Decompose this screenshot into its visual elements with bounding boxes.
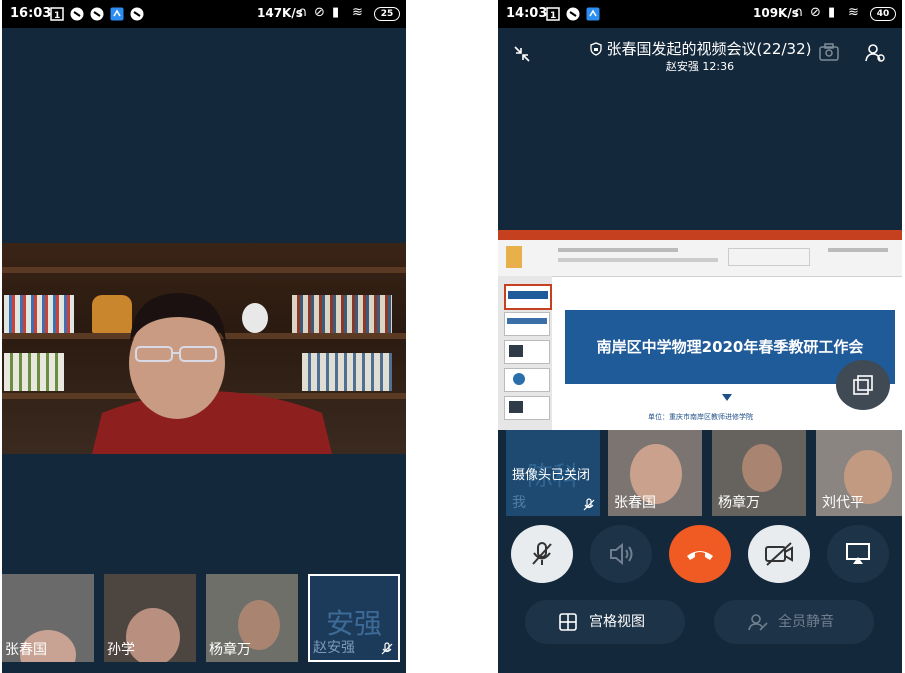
app-icon bbox=[70, 7, 84, 21]
speaker-timer: 赵安强 12:36 bbox=[665, 60, 735, 73]
status-bar: 16:03 1 147K/s ∩ ⊘ ▮ ≋ 25 bbox=[2, 0, 406, 28]
participant-thumbnail[interactable]: 孙学 bbox=[104, 574, 196, 662]
wifi-icon: ≋ bbox=[352, 5, 363, 20]
participant-strip: 张春国 孙学 杨章万 安强 赵安强 bbox=[2, 574, 406, 664]
status-time: 16:03 bbox=[10, 6, 52, 21]
status-bar: 14:03 1 109K/s ∩ ⊘ ▮ ≋ 40 bbox=[498, 0, 902, 28]
bookshelf bbox=[2, 267, 406, 273]
alarm-off-icon: ⊘ bbox=[314, 5, 325, 20]
battery-indicator: 25 bbox=[374, 7, 400, 21]
participant-name: 刘代平 bbox=[822, 495, 864, 511]
participant-name: 孙学 bbox=[107, 642, 135, 658]
participant-thumbnail[interactable]: 张春国 bbox=[608, 430, 702, 516]
network-speed: 147K/s bbox=[257, 6, 303, 20]
camera-off-icon bbox=[765, 542, 793, 566]
grid-icon bbox=[559, 613, 577, 631]
participant-thumbnail[interactable]: 杨章万 bbox=[712, 430, 806, 516]
slide-thumbnail bbox=[504, 368, 550, 392]
books bbox=[4, 295, 74, 333]
signal-icon: ▮ bbox=[828, 5, 836, 20]
participant-name: 杨章万 bbox=[209, 642, 251, 658]
mute-all-icon bbox=[748, 614, 768, 631]
slide-list bbox=[498, 276, 552, 430]
hang-up-button[interactable] bbox=[669, 525, 731, 583]
app-icon bbox=[586, 7, 600, 21]
switch-camera-icon[interactable] bbox=[818, 42, 840, 62]
mute-mic-button[interactable] bbox=[511, 525, 573, 583]
app-icon bbox=[566, 7, 580, 21]
svg-text:1: 1 bbox=[550, 11, 556, 21]
participant-name: 杨章万 bbox=[718, 495, 760, 511]
slide-thumbnail bbox=[504, 284, 552, 310]
mute-all-button[interactable]: 全员静音 bbox=[714, 600, 874, 644]
slide-thumbnail bbox=[504, 396, 550, 420]
battery-indicator: 40 bbox=[870, 7, 896, 21]
screen-share-button[interactable] bbox=[827, 525, 889, 583]
app-icon bbox=[90, 7, 104, 21]
participant-name: 我 bbox=[512, 495, 526, 511]
mic-off-icon bbox=[583, 498, 595, 511]
ppt-ribbon bbox=[498, 240, 902, 277]
headphone-icon: ∩ bbox=[298, 5, 308, 20]
participant-strip: 陈科 摄像头已关闭 我 张春国 杨章万 刘代平 bbox=[506, 430, 902, 516]
network-speed: 109K/s bbox=[753, 6, 799, 20]
participant-name: 赵安强 bbox=[313, 640, 355, 656]
ppt-title-bar bbox=[498, 230, 902, 240]
participant-thumbnail[interactable]: 张春国 bbox=[2, 574, 94, 662]
rotate-screen-button[interactable] bbox=[836, 360, 890, 410]
participant-thumbnail-self[interactable]: 安强 赵安强 bbox=[308, 574, 400, 662]
screen-share-icon bbox=[846, 543, 870, 564]
right-phone-screen: 14:03 1 109K/s ∩ ⊘ ▮ ≋ 40 张春国发起的视频会议(22/… bbox=[498, 0, 902, 673]
status-time: 14:03 bbox=[506, 6, 548, 21]
slide-thumbnail bbox=[504, 340, 550, 364]
participant-thumbnail[interactable]: 刘代平 bbox=[816, 430, 902, 516]
grid-view-button[interactable]: 宫格视图 bbox=[525, 600, 685, 644]
slide-thumbnail bbox=[504, 312, 550, 336]
notification-icon: 1 bbox=[546, 7, 560, 21]
camera-off-label: 摄像头已关闭 bbox=[512, 468, 591, 483]
speaker-button[interactable] bbox=[590, 525, 652, 583]
participants-icon[interactable] bbox=[864, 42, 886, 64]
rotate-screen-icon bbox=[853, 375, 873, 395]
wifi-icon: ≋ bbox=[848, 5, 859, 20]
app-icon bbox=[110, 7, 124, 21]
mic-off-icon bbox=[532, 542, 552, 565]
alarm-off-icon: ⊘ bbox=[810, 5, 821, 20]
speaker-icon bbox=[610, 542, 633, 566]
meeting-header: 张春国发起的视频会议(22/32) 赵安强 12:36 bbox=[498, 28, 902, 76]
shield-lock-icon bbox=[589, 42, 602, 56]
participant-person bbox=[92, 293, 332, 454]
avatar-text: 安强 bbox=[325, 607, 382, 640]
signal-icon: ▮ bbox=[332, 5, 340, 20]
main-video[interactable] bbox=[2, 243, 406, 454]
books bbox=[4, 353, 64, 391]
slide-arrow-icon bbox=[722, 394, 732, 401]
headphone-icon: ∩ bbox=[794, 5, 804, 20]
meeting-title: 张春国发起的视频会议(22/32) bbox=[498, 38, 902, 59]
mic-off-icon bbox=[381, 642, 393, 655]
slide-unit: 单位：重庆市南岸区教师进修学院 bbox=[648, 413, 753, 421]
mute-all-label: 全员静音 bbox=[778, 614, 834, 630]
left-phone-screen: 16:03 1 147K/s ∩ ⊘ ▮ ≋ 25 张春国 孙学 杨章万 安强 … bbox=[2, 0, 406, 673]
svg-text:1: 1 bbox=[54, 11, 60, 21]
app-icon bbox=[130, 7, 144, 21]
hang-up-icon bbox=[687, 551, 713, 560]
participant-name: 张春国 bbox=[614, 495, 656, 511]
camera-toggle-button[interactable] bbox=[748, 525, 810, 583]
notification-icon: 1 bbox=[50, 7, 64, 21]
participant-name: 张春国 bbox=[5, 642, 47, 658]
participant-thumbnail[interactable]: 杨章万 bbox=[206, 574, 298, 662]
participant-face bbox=[742, 444, 782, 492]
grid-view-label: 宫格视图 bbox=[589, 614, 645, 630]
participant-thumbnail-self[interactable]: 陈科 摄像头已关闭 我 bbox=[506, 430, 600, 516]
